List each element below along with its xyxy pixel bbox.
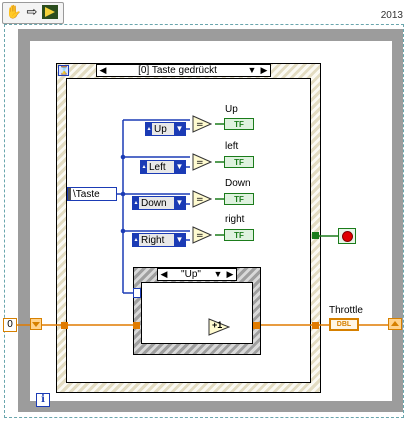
- terminal-bar: [68, 188, 71, 200]
- tunnel: [133, 322, 140, 329]
- dropdown-icon[interactable]: ▼: [212, 269, 224, 280]
- shift-register-left[interactable]: [30, 318, 42, 330]
- ring-label: Right: [141, 234, 165, 246]
- equal-icon[interactable]: =: [192, 190, 212, 208]
- inner-case-selector-label: "Up": [181, 269, 201, 280]
- increment-icon[interactable]: ▶: [224, 269, 236, 280]
- throttle-label: Throttle: [329, 305, 363, 316]
- ring-constant-up[interactable]: ▴ Up ▼: [145, 122, 186, 136]
- svg-text:=: =: [196, 120, 204, 130]
- shift-register-right[interactable]: [388, 318, 402, 330]
- ring-label: Left: [149, 161, 166, 173]
- stop-icon: [341, 230, 353, 242]
- increment-label: +1: [212, 320, 223, 330]
- indicator-label-up: Up: [225, 104, 238, 115]
- throttle-indicator[interactable]: DBL: [329, 318, 359, 331]
- indicator-label-right: right: [225, 214, 245, 225]
- svg-text:=: =: [196, 195, 204, 205]
- ring-label: Up: [154, 123, 167, 135]
- ring-constant-left[interactable]: ▴ Left ▼: [140, 160, 186, 174]
- tunnel: [253, 322, 260, 329]
- ring-constant-right[interactable]: ▴ Right ▼: [132, 233, 186, 247]
- ring-constant-down[interactable]: ▴ Down ▼: [132, 196, 186, 210]
- ring-label: Down: [141, 197, 167, 209]
- boolean-tunnel: [312, 232, 319, 239]
- wires: [17, 119, 388, 326]
- equal-icon[interactable]: =: [192, 153, 212, 171]
- dropdown-icon[interactable]: ▼: [174, 161, 185, 173]
- svg-text:=: =: [196, 231, 204, 241]
- indicator-label-left: left: [225, 141, 239, 152]
- inner-case-selector[interactable]: ◀ "Up" ▼ ▶: [157, 268, 237, 281]
- case-selector-terminal: [133, 288, 141, 298]
- tunnel: [61, 322, 68, 329]
- info-icon: i: [36, 393, 50, 407]
- equal-icon[interactable]: =: [192, 226, 212, 244]
- boolean-indicator-down[interactable]: TF: [224, 193, 254, 205]
- dropdown-icon[interactable]: ▼: [174, 197, 185, 209]
- boolean-indicator-right[interactable]: TF: [224, 229, 254, 241]
- tunnel: [312, 322, 319, 329]
- taste-terminal[interactable]: \Taste: [67, 187, 117, 201]
- inner-case-interior: [141, 282, 253, 344]
- indicator-label-down: Down: [225, 178, 251, 189]
- taste-label: \Taste: [73, 188, 100, 200]
- equal-icon[interactable]: =: [192, 115, 212, 133]
- dropdown-icon[interactable]: ▼: [174, 234, 185, 246]
- numeric-constant[interactable]: 0: [3, 318, 17, 332]
- decrement-icon[interactable]: ◀: [158, 269, 170, 280]
- boolean-indicator-up[interactable]: TF: [224, 118, 254, 130]
- boolean-indicator-left[interactable]: TF: [224, 156, 254, 168]
- dropdown-icon[interactable]: ▼: [174, 123, 185, 135]
- stop-button[interactable]: [338, 228, 356, 244]
- svg-text:=: =: [196, 158, 204, 168]
